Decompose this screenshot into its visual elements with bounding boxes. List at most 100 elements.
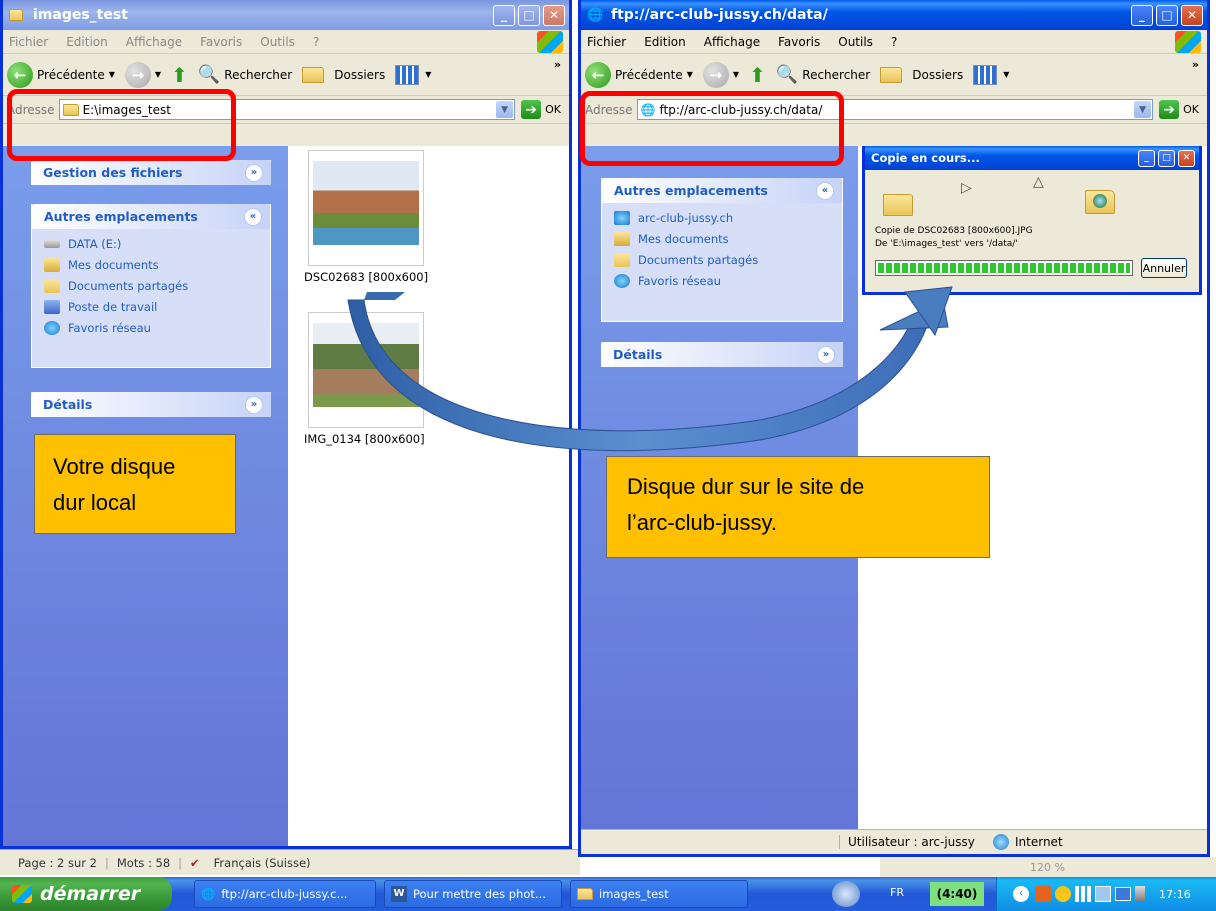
zoom-level: 120 %	[1030, 860, 1065, 874]
cancel-button[interactable]: Annuler	[1141, 258, 1187, 278]
search-icon: 🔍	[775, 64, 799, 85]
place-network[interactable]: Favoris réseau	[44, 321, 260, 335]
taskbar-word-document[interactable]: W Pour mettre des phot...	[384, 880, 562, 908]
monitor-icon[interactable]	[1115, 887, 1131, 901]
taskbar-label: ftp://arc-club-jussy.c...	[221, 887, 348, 901]
menu-edition[interactable]: Edition	[66, 35, 108, 49]
maximize-button[interactable]: □	[1158, 149, 1175, 167]
chevron-down-icon[interactable]: ▼	[496, 101, 514, 118]
update-icon[interactable]	[1055, 886, 1071, 902]
collapse-icon[interactable]: «	[244, 207, 262, 226]
views-button[interactable]: ▼	[395, 64, 431, 85]
back-button[interactable]: ← Précédente ▼	[7, 61, 115, 88]
menu-affichage[interactable]: Affichage	[126, 35, 182, 49]
minimize-button[interactable]: _	[1138, 149, 1155, 167]
language-indicator[interactable]: FR	[890, 886, 904, 899]
alert-icon[interactable]	[832, 881, 860, 907]
left-address-highlight	[7, 89, 236, 161]
menu-help[interactable]: ?	[891, 35, 897, 49]
go-arrow-icon: ➔	[1159, 100, 1180, 119]
clock[interactable]: 17:16	[1159, 888, 1191, 901]
network-icon[interactable]	[1095, 886, 1111, 902]
menu-help[interactable]: ?	[313, 35, 319, 49]
place-network[interactable]: Favoris réseau	[614, 274, 832, 288]
menu-favoris[interactable]: Favoris	[200, 35, 242, 49]
panel-header[interactable]: Gestion des fichiers »	[31, 160, 271, 185]
dialog-titlebar[interactable]: Copie en cours... _ □ ✕	[865, 146, 1199, 170]
antivirus-icon[interactable]	[1035, 886, 1051, 902]
folders-icon	[302, 66, 328, 83]
menu-edition[interactable]: Edition	[644, 35, 686, 49]
tray-arrow-icon[interactable]: ‹	[1013, 886, 1029, 902]
left-titlebar[interactable]: images_test _ □ ✕	[3, 0, 569, 30]
timer-badge[interactable]: (4:40)	[930, 882, 984, 906]
page-count: Page : 2 sur 2	[18, 855, 97, 870]
menu-fichier[interactable]: Fichier	[9, 35, 48, 49]
place-ftp-site[interactable]: arc-club-jussy.ch	[614, 211, 832, 225]
system-tray: ‹ 17:16	[996, 877, 1216, 911]
place-shared-documents[interactable]: Documents partagés	[614, 253, 832, 267]
views-icon	[395, 64, 420, 85]
place-shared-documents[interactable]: Documents partagés	[44, 279, 260, 293]
file-name[interactable]: DSC02683 [800x600]	[304, 270, 428, 284]
go-button[interactable]: ➔ OK	[1159, 100, 1199, 119]
minimize-button[interactable]: _	[493, 4, 515, 26]
chevron-down-icon: ▼	[1003, 70, 1010, 79]
start-button[interactable]: démarrer	[0, 877, 172, 911]
search-button[interactable]: 🔍 Rechercher	[198, 64, 292, 85]
views-button[interactable]: ▼	[973, 64, 1010, 85]
user-status: Utilisateur : arc-jussy	[839, 834, 989, 849]
taskbar-ftp-window[interactable]: 🌐 ftp://arc-club-jussy.c...	[194, 880, 376, 908]
forward-button[interactable]: → ▼	[124, 61, 161, 88]
panel-header[interactable]: Autres emplacements «	[32, 204, 270, 229]
place-my-documents[interactable]: Mes documents	[614, 232, 832, 246]
forward-button[interactable]: → ▼	[702, 61, 739, 88]
toolbar-more-icon[interactable]: »	[1192, 58, 1199, 71]
file-thumbnail[interactable]	[308, 312, 424, 428]
panel-header[interactable]: Autres emplacements «	[602, 178, 842, 203]
folders-label: Dossiers	[912, 67, 964, 82]
callout-line: Disque dur sur le site de	[627, 474, 865, 499]
expand-icon[interactable]: »	[245, 163, 263, 182]
up-folder-button[interactable]: ⬆	[171, 63, 188, 87]
folders-button[interactable]: Dossiers	[880, 66, 964, 83]
menu-fichier[interactable]: Fichier	[587, 35, 626, 49]
expand-icon[interactable]: »	[817, 345, 835, 364]
battery-icon[interactable]	[1135, 886, 1145, 902]
folder-icon	[577, 888, 593, 900]
ftp-folder-icon: 🌐	[587, 7, 604, 23]
file-name[interactable]: IMG_0134 [800x600]	[304, 432, 425, 446]
maximize-button[interactable]: □	[1156, 4, 1178, 26]
chevron-down-icon[interactable]: ▼	[1134, 101, 1152, 118]
panel-header[interactable]: Détails »	[601, 342, 843, 367]
menu-outils[interactable]: Outils	[838, 35, 873, 49]
expand-icon[interactable]: »	[245, 395, 263, 414]
folders-button[interactable]: Dossiers	[302, 66, 386, 83]
place-data-drive[interactable]: DATA (E:)	[44, 237, 260, 251]
ftp-titlebar[interactable]: 🌐 ftp://arc-club-jussy.ch/data/ _ □ ✕	[581, 0, 1207, 30]
close-button[interactable]: ✕	[1181, 4, 1203, 26]
folders-label: Dossiers	[334, 67, 386, 82]
panel-title: Détails	[43, 397, 93, 412]
back-button[interactable]: ← Précédente ▼	[585, 61, 693, 88]
panel-header[interactable]: Détails »	[31, 392, 271, 417]
menu-favoris[interactable]: Favoris	[778, 35, 820, 49]
maximize-button[interactable]: □	[518, 4, 540, 26]
taskbar-images-folder[interactable]: images_test	[570, 880, 748, 908]
place-my-documents[interactable]: Mes documents	[44, 258, 260, 272]
minimize-button[interactable]: _	[1131, 4, 1153, 26]
word-count: Mots : 58	[116, 855, 171, 870]
menu-outils[interactable]: Outils	[260, 35, 295, 49]
file-thumbnail[interactable]	[308, 150, 424, 266]
dialog-title: Copie en cours...	[871, 151, 980, 165]
place-my-computer[interactable]: Poste de travail	[44, 300, 260, 314]
go-button[interactable]: ➔ OK	[521, 100, 561, 119]
close-button[interactable]: ✕	[543, 4, 565, 26]
menu-affichage[interactable]: Affichage	[704, 35, 760, 49]
signal-icon[interactable]	[1075, 886, 1091, 902]
up-folder-button[interactable]: ⬆	[749, 63, 766, 87]
search-button[interactable]: 🔍 Rechercher	[776, 64, 870, 85]
collapse-icon[interactable]: «	[816, 181, 834, 200]
toolbar-more-icon[interactable]: »	[554, 58, 561, 71]
close-button[interactable]: ✕	[1178, 149, 1195, 167]
